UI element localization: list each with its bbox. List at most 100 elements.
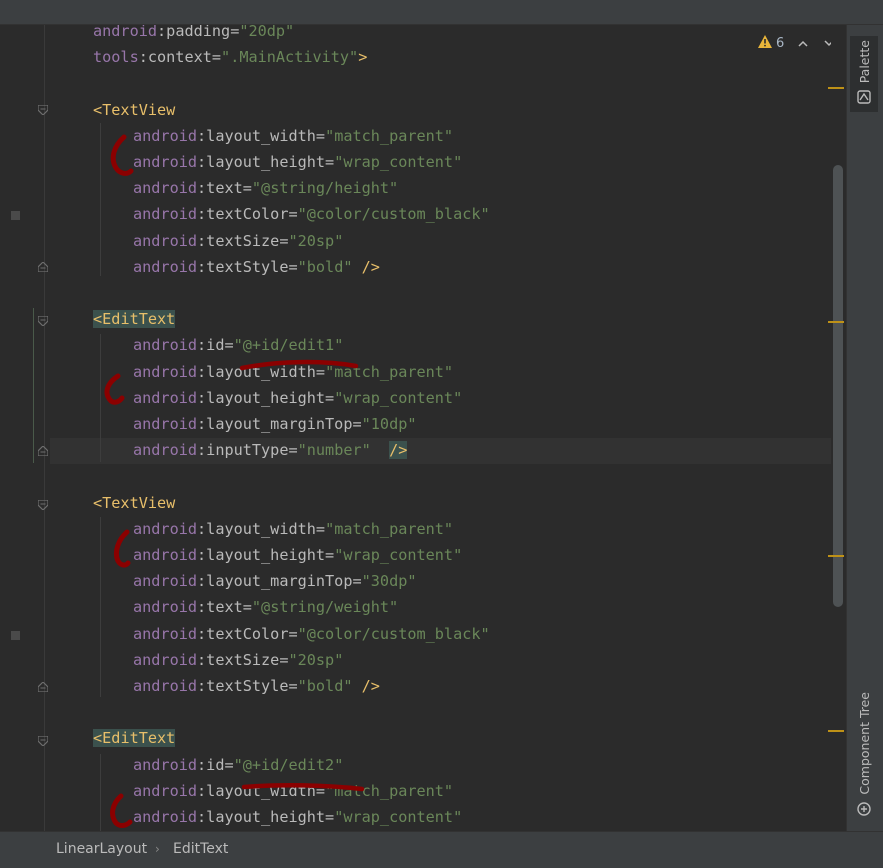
attr-name: textStyle [206,677,289,695]
xml-tag-close: > [358,48,368,67]
attr-namespace: android [133,388,198,407]
colon: : [197,153,207,171]
code-line[interactable]: android:layout_width="match_parent" [133,359,453,385]
colon: : [197,441,207,460]
previous-highlight-icon[interactable] [794,34,812,52]
code-line[interactable]: android:layout_height="wrap_content" [133,542,462,568]
colon: : [197,808,207,826]
code-line[interactable]: <TextView [93,97,175,123]
warning-stripe[interactable] [828,321,844,323]
code-line[interactable]: android:textColor="@color/custom_black" [133,201,490,227]
attr-name: text [206,179,243,198]
attr-name: layout_height [206,388,326,407]
attr-name: id [206,336,225,355]
xml-tag: <TextView [93,493,176,512]
equals: = [315,126,326,145]
fold-open-icon[interactable] [38,500,48,510]
indent-guide [100,754,101,831]
attr-value: "@string/height" [251,179,399,198]
attr-namespace: android [133,808,198,826]
fold-open-icon[interactable] [38,105,48,115]
component-tree-icon [857,801,871,820]
palette-tab[interactable]: Palette [850,36,878,112]
warning-stripe[interactable] [828,87,844,89]
attr-namespace: android [133,257,198,276]
attr-name: layout_width [206,519,316,538]
attr-value: "wrap_content" [334,808,463,826]
code-line[interactable]: android:id="@+id/edit1" [133,332,343,358]
xml-tag-close: /> [352,257,380,276]
attr-namespace: android [133,572,198,591]
colon: : [197,624,207,643]
attr-value: "20sp" [288,231,344,250]
xml-tag-close: /> [352,677,380,695]
fold-close-icon[interactable] [38,446,48,456]
color-preview-icon[interactable] [11,211,20,220]
attr-value: "bold" [297,677,353,695]
code-line[interactable]: android:textStyle="bold" /> [133,673,380,699]
breadcrumb-linearlayout[interactable]: LinearLayout [56,841,147,857]
code-line[interactable]: android:textSize="20sp" [133,647,343,673]
attr-namespace: android [133,598,198,617]
fold-open-icon[interactable] [38,736,48,746]
breadcrumb-separator-icon: › [155,842,160,856]
code-line[interactable]: android:textStyle="bold" /> [133,254,380,280]
code-line[interactable]: android:inputType="number" /> [133,437,408,463]
equals: = [288,441,298,460]
warning-stripe[interactable] [828,555,844,557]
attr-namespace: android [133,624,198,643]
warning-stripe[interactable] [828,730,844,732]
attr-name: textColor [206,205,289,224]
code-line[interactable]: android:layout_marginTop="10dp" [133,411,417,437]
breadcrumb-edittext[interactable]: EditText [173,841,228,857]
vertical-scrollbar-thumb[interactable] [833,165,843,607]
code-line[interactable]: android:padding="20dp" [93,25,294,44]
xml-tag: EditText [102,310,176,329]
attr-namespace: android [133,126,198,145]
attr-namespace: android [133,153,198,171]
code-line[interactable]: android:text="@string/height" [133,175,398,201]
code-editor[interactable]: android:padding="20dp" tools:context=".Ma… [0,25,846,831]
attr-namespace: android [133,231,198,250]
code-line[interactable]: android:layout_height="wrap_content" [133,385,462,411]
code-line[interactable]: android:layout_height="wrap_content" [133,804,462,830]
attr-name: textSize [206,231,280,250]
color-preview-icon[interactable] [11,631,20,640]
colon: : [197,362,207,381]
attr-name: layout_width [206,781,316,800]
attr-name: context [147,48,212,67]
fold-open-icon[interactable] [38,316,48,326]
attr-value: "bold" [297,257,353,276]
equals: = [230,25,240,40]
fold-close-icon[interactable] [38,682,48,692]
code-line[interactable]: android:layout_width="match_parent" [133,516,453,542]
code-line[interactable]: android:id="@+id/edit2" [133,752,343,778]
attr-value: "match_parent" [325,362,454,381]
code-line[interactable]: android:text="@string/weight" [133,594,398,620]
colon: : [197,336,207,355]
fold-close-icon[interactable] [38,262,48,272]
equals: = [288,624,298,643]
code-line[interactable]: <EditText [93,306,176,332]
code-line[interactable]: android:layout_height="wrap_content" [133,149,462,175]
attr-value: ".MainActivity" [221,48,359,67]
colon: : [197,205,207,224]
colon: : [197,519,207,538]
code-line[interactable]: android:textSize="20sp" [133,228,343,254]
code-line[interactable]: <TextView [93,490,175,516]
attr-namespace: android [133,755,198,774]
component-tree-tab[interactable]: Component Tree [850,688,878,820]
warning-count: 6 [776,35,785,51]
attr-name: layout_width [206,126,316,145]
colon: : [197,650,207,669]
code-line[interactable]: android:layout_width="match_parent" [133,123,453,149]
code-line[interactable]: tools:context=".MainActivity"> [93,44,367,70]
code-line[interactable]: android:textColor="@color/custom_black" [133,621,490,647]
attr-value: "wrap_content" [334,153,463,171]
code-line[interactable]: <EditText [93,725,176,751]
inspection-widget[interactable]: 6 [758,34,838,52]
colon: : [157,25,167,40]
code-line[interactable]: android:layout_marginTop="30dp" [133,568,417,594]
code-line[interactable]: android:layout_width="match_parent" [133,778,453,804]
